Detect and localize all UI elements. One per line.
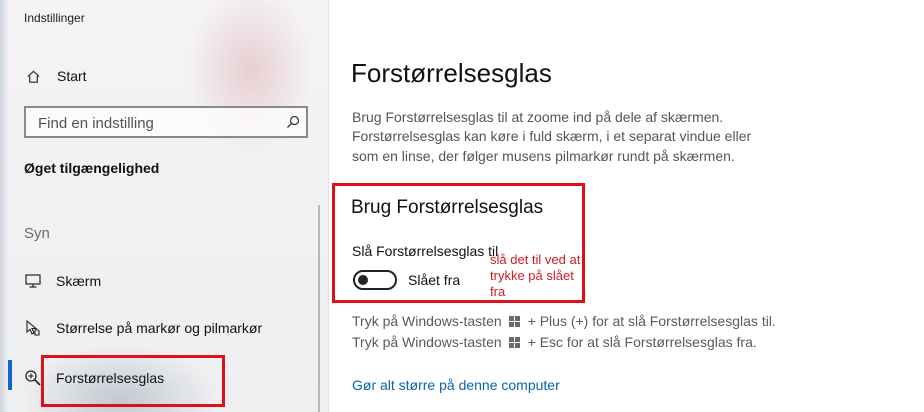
shortcut-hint-off: Tryk på Windows-tasten + Esc for at slå … (352, 334, 757, 350)
shortcut-hint-on: Tryk på Windows-tasten + Plus (+) for at… (352, 313, 776, 329)
search-icon[interactable] (286, 115, 300, 129)
highlight-box-nav (41, 355, 225, 407)
sidebar-item-display[interactable]: Skærm (24, 269, 101, 293)
selected-indicator (8, 360, 12, 390)
search-box[interactable] (24, 106, 308, 138)
hint-prefix: Tryk på Windows-tasten (352, 313, 502, 329)
search-input[interactable] (36, 113, 280, 133)
window-title: Indstillinger (24, 11, 85, 25)
magnifier-toggle[interactable] (353, 270, 397, 290)
home-label: Start (57, 68, 87, 84)
description-line: Forstørrelsesglas kan køre i fuld skærm,… (352, 128, 752, 144)
sidebar-item-cursor[interactable]: Størrelse på markør og pilmarkør (24, 316, 262, 340)
sidebar-scrollbar[interactable] (318, 205, 320, 412)
sidebar-item-home[interactable]: Start (26, 66, 87, 86)
window-edge (0, 0, 8, 412)
group-label-vision: Syn (24, 225, 50, 242)
sidebar-item-label: Størrelse på markør og pilmarkør (56, 320, 263, 336)
toggle-label: Slå Forstørrelsesglas til (352, 243, 499, 259)
cursor-icon (26, 319, 40, 336)
toggle-state-text: Slået fra (408, 272, 461, 288)
hint-suffix: + Plus (+) for at slå Forstørrelsesglas … (527, 313, 776, 329)
make-everything-bigger-link[interactable]: Gør alt større på denne computer (352, 377, 560, 393)
description-line: Brug Forstørrelsesglas til at zoome ind … (352, 109, 724, 125)
toggle-section-heading: Brug Forstørrelsesglas (351, 197, 544, 218)
section-heading: Øget tilgængelighed (24, 160, 160, 176)
annotation-note: slå det til ved at trykke på slået fra (490, 252, 581, 299)
page-title: Forstørrelsesglas (351, 58, 552, 88)
home-icon (27, 70, 40, 83)
sidebar: Indstillinger Start Øget tilgængelighed … (0, 0, 329, 412)
magnifier-icon (25, 370, 41, 386)
main-content: Forstørrelsesglas Brug Forstørrelsesglas… (329, 0, 924, 412)
windows-key-icon (508, 336, 520, 348)
toggle-knob (358, 275, 368, 285)
hint-prefix: Tryk på Windows-tasten (352, 334, 502, 350)
display-icon (25, 274, 41, 288)
windows-key-icon (508, 315, 520, 327)
sidebar-item-label: Skærm (56, 273, 102, 289)
description-line: som en linse, der følger musens pilmarkø… (352, 148, 735, 164)
hint-suffix: + Esc for at slå Forstørrelsesglas fra. (527, 334, 757, 350)
